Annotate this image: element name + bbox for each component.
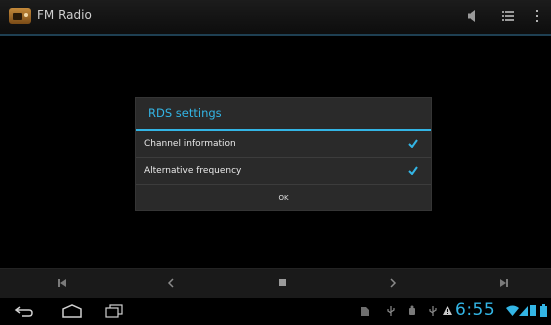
usb-icon[interactable] — [428, 305, 438, 317]
android-debug-icon[interactable] — [407, 305, 417, 317]
seek-forward-icon[interactable] — [389, 278, 397, 288]
dialog-title: RDS settings — [136, 98, 431, 131]
stop-icon[interactable] — [278, 278, 287, 288]
skip-previous-icon[interactable] — [57, 278, 67, 288]
option-label: Alternative frequency — [144, 166, 242, 176]
action-bar: FM Radio — [0, 0, 551, 36]
app-title: FM Radio — [37, 8, 92, 22]
status-clock: 6:55 — [455, 300, 496, 320]
rds-settings-dialog: RDS settings Channel information Alterna… — [135, 97, 432, 211]
home-icon[interactable] — [61, 304, 83, 318]
recent-apps-icon[interactable] — [105, 304, 123, 318]
battery-icon — [540, 304, 547, 317]
list-icon[interactable] — [501, 9, 515, 23]
option-alternative-frequency[interactable]: Alternative frequency — [136, 158, 431, 185]
seek-back-icon[interactable] — [167, 278, 175, 288]
sd-card-icon[interactable] — [360, 306, 370, 317]
option-label: Channel information — [144, 139, 236, 149]
signal-icon — [519, 306, 528, 316]
system-bar: 6:55 — [0, 298, 551, 325]
skip-next-icon[interactable] — [499, 278, 509, 288]
usb-icon[interactable] — [386, 305, 396, 317]
ok-button[interactable]: OK — [136, 185, 431, 211]
overflow-menu-icon[interactable] — [534, 9, 540, 23]
warning-icon[interactable] — [442, 305, 453, 316]
sim-icon — [530, 305, 536, 316]
checkmark-icon[interactable] — [408, 139, 418, 148]
speaker-icon[interactable] — [466, 9, 480, 23]
radio-icon[interactable] — [9, 8, 31, 24]
option-channel-information[interactable]: Channel information — [136, 131, 431, 158]
media-control-bar — [0, 268, 551, 299]
back-icon[interactable] — [14, 304, 34, 318]
checkmark-icon[interactable] — [408, 166, 418, 175]
wifi-icon — [506, 305, 519, 316]
